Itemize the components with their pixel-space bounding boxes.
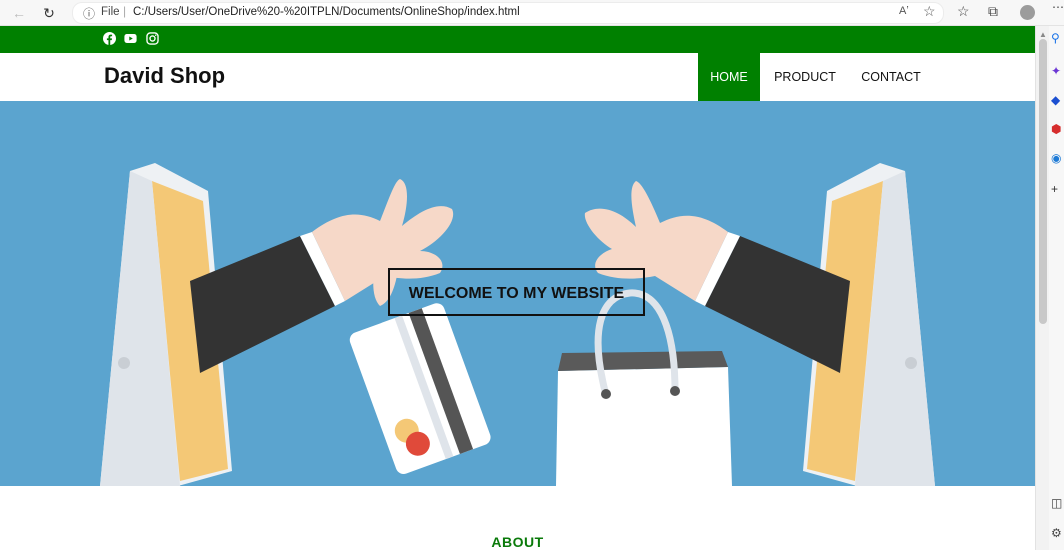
back-arrow-icon[interactable]: ← (10, 4, 28, 22)
left-hand-card-illustration (190, 179, 491, 474)
address-separator: | (123, 4, 127, 18)
site-header: David Shop HOME PRODUCT CONTACT (0, 53, 1035, 101)
nav-home[interactable]: HOME (698, 53, 760, 101)
tools-icon[interactable]: ⬢ (1051, 122, 1061, 136)
scrollbar-thumb[interactable] (1039, 39, 1047, 324)
read-aloud-icon[interactable]: Aʼ (899, 5, 909, 17)
profile-icon[interactable] (1020, 5, 1035, 20)
more-menu-icon[interactable]: ⋯ (1052, 0, 1064, 14)
social-topbar (0, 26, 1035, 53)
shopping-icon[interactable]: ◆ (1051, 93, 1060, 107)
settings-icon[interactable]: ⚙ (1051, 526, 1062, 540)
add-favorite-icon[interactable]: ☆ (923, 3, 936, 20)
about-heading: ABOUT (491, 534, 544, 550)
copilot-icon[interactable]: ✦ (1051, 64, 1061, 78)
hero-banner: WELCOME TO MY WEBSITE (0, 101, 1035, 486)
reload-icon[interactable]: ↻ (40, 4, 58, 22)
edge-sidebar: ⚲ ✦ ◆ ⬢ ◉ + ◫ ⚙ (1049, 26, 1064, 550)
nav-product[interactable]: PRODUCT (770, 53, 840, 101)
url-text[interactable]: C:/Users/User/OneDrive%20-%20ITPLN/Docum… (133, 6, 520, 18)
instagram-icon[interactable] (146, 32, 159, 45)
info-icon[interactable]: ⓘ (83, 5, 95, 22)
protocol-label: File (101, 6, 120, 18)
favorites-icon[interactable]: ☆ (957, 3, 970, 20)
nav-contact[interactable]: CONTACT (855, 53, 927, 101)
vertical-scrollbar[interactable]: ▲ (1035, 26, 1050, 550)
outlook-icon[interactable]: ◉ (1051, 151, 1061, 165)
brand-logo[interactable]: David Shop (104, 63, 225, 89)
search-icon[interactable]: ⚲ (1051, 31, 1060, 45)
add-icon[interactable]: + (1051, 182, 1058, 196)
facebook-icon[interactable] (103, 32, 116, 45)
youtube-icon[interactable] (124, 32, 137, 45)
scroll-up-icon[interactable]: ▲ (1039, 30, 1047, 39)
sidebar-toggle-icon[interactable]: ◫ (1051, 496, 1062, 510)
welcome-headline: WELCOME TO MY WEBSITE (388, 268, 645, 316)
address-bar[interactable]: ⓘ File | C:/Users/User/OneDrive%20-%20IT… (72, 2, 944, 24)
browser-toolbar: ← ↻ ⓘ File | C:/Users/User/OneDrive%20-%… (0, 0, 1064, 26)
collections-icon[interactable]: ⧉ (988, 3, 998, 20)
